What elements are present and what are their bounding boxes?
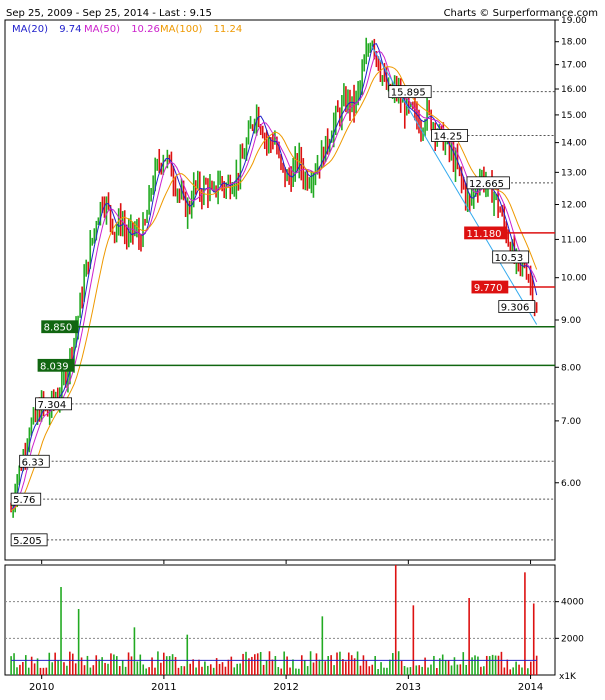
x-tick-label: 2014 <box>518 682 543 693</box>
level-label: 15.895 <box>391 88 426 99</box>
price-tick-label: 12.00 <box>561 200 587 210</box>
legend-ma100: MA(100) 11.24 <box>160 24 242 35</box>
level-label: 14.25 <box>434 131 463 142</box>
legend-ma50: MA(50) 10.26 <box>84 24 160 35</box>
price-tick-label: 15.00 <box>561 111 587 121</box>
price-tick-label: 16.00 <box>561 85 587 95</box>
legend-ma50-value: 10.26 <box>131 24 160 35</box>
price-tick-label: 18.00 <box>561 38 587 48</box>
legend-ma100-label: MA(100) <box>160 24 202 35</box>
price-tick-label: 6.00 <box>561 479 581 489</box>
level-label: 5.205 <box>13 536 42 547</box>
stock-chart: Sep 25, 2009 - Sep 25, 2014 - Last : 9.1… <box>0 0 605 700</box>
level-label: 9.770 <box>474 283 503 294</box>
legend-ma100-value: 11.24 <box>214 24 243 35</box>
level-label: 7.304 <box>38 400 67 411</box>
date-range-header: Sep 25, 2009 - Sep 25, 2014 - Last : 9.1… <box>6 8 212 19</box>
price-tick-label: 14.00 <box>561 139 587 149</box>
level-label: 12.665 <box>469 179 504 190</box>
x-tick-label: 2010 <box>29 682 54 693</box>
price-tick-label: 17.00 <box>561 61 587 71</box>
level-label: 5.76 <box>13 495 35 506</box>
level-label: 8.850 <box>44 323 73 334</box>
price-tick-label: 19.00 <box>561 16 587 26</box>
legend-ma50-label: MA(50) <box>84 24 120 35</box>
x-tick-label: 2012 <box>273 682 298 693</box>
level-label: 10.53 <box>495 253 524 264</box>
price-tick-label: 10.00 <box>561 274 587 284</box>
volume-tick-label: 4000 <box>561 598 584 608</box>
price-tick-label: 8.00 <box>561 363 581 373</box>
x-tick-label: 2011 <box>151 682 176 693</box>
chart-background <box>0 0 605 700</box>
level-label: 11.180 <box>467 229 502 240</box>
price-tick-label: 13.00 <box>561 168 587 178</box>
price-tick-label: 9.00 <box>561 316 581 326</box>
level-label: 9.306 <box>501 303 530 314</box>
legend-ma20: MA(20) 9.74 <box>12 24 81 35</box>
price-tick-label: 11.00 <box>561 235 587 245</box>
x-tick-label: 2013 <box>396 682 421 693</box>
level-label: 8.039 <box>40 361 69 372</box>
volume-unit-label: x1K <box>559 672 577 682</box>
legend-ma20-value: 9.74 <box>59 24 81 35</box>
price-tick-label: 7.00 <box>561 417 581 427</box>
volume-tick-label: 2000 <box>561 634 584 644</box>
legend-ma20-label: MA(20) <box>12 24 48 35</box>
level-label: 6.33 <box>22 457 44 468</box>
